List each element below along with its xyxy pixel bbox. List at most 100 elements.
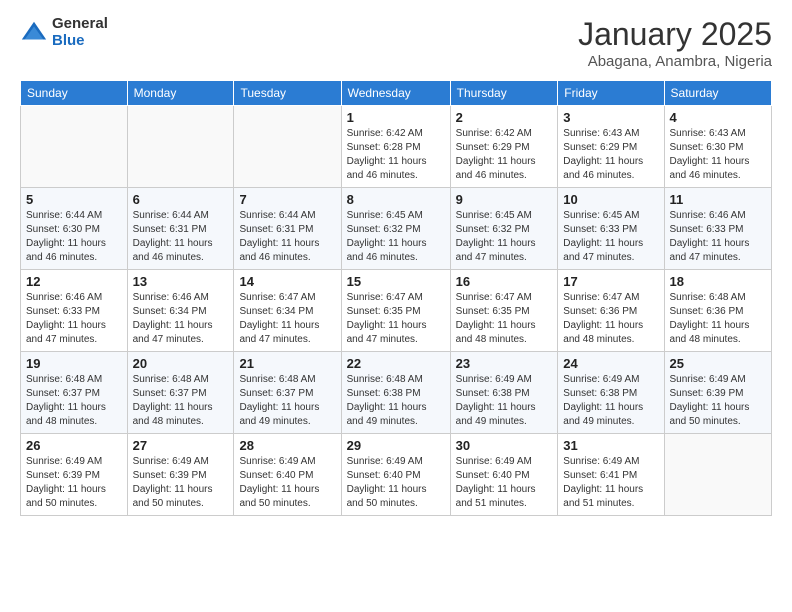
calendar-cell-4-2: 28Sunrise: 6:49 AM Sunset: 6:40 PM Dayli…	[234, 434, 341, 516]
page: General Blue January 2025 Abagana, Anamb…	[0, 0, 792, 612]
col-friday: Friday	[558, 81, 664, 106]
calendar-header-row: Sunday Monday Tuesday Wednesday Thursday…	[21, 81, 772, 106]
calendar-cell-1-2: 7Sunrise: 6:44 AM Sunset: 6:31 PM Daylig…	[234, 188, 341, 270]
calendar-cell-0-3: 1 Sunrise: 6:42 AM Sunset: 6:28 PM Daylig…	[341, 106, 450, 188]
header-right: January 2025 Abagana, Anambra, Nigeria	[578, 16, 772, 70]
week-row-4: 26Sunrise: 6:49 AM Sunset: 6:39 PM Dayli…	[21, 434, 772, 516]
logo-icon	[20, 19, 48, 47]
day-info-1-3: Sunrise: 6:45 AM Sunset: 6:32 PM Dayligh…	[347, 209, 445, 265]
day-number-3-6: 25	[670, 356, 766, 371]
calendar-cell-2-1: 13 Sunrise: 6:46 AM Sunset: 6:34 PM Dayli…	[127, 270, 234, 352]
day-info-2-4: Sunrise: 6:47 AM Sunset: 6:35 PM Dayligh…	[456, 291, 553, 347]
day-number-2-0: 12	[26, 274, 122, 289]
week-row-1: 5 Sunrise: 6:44 AM Sunset: 6:30 PM Daylig…	[21, 188, 772, 270]
calendar-cell-0-2	[234, 106, 341, 188]
day-number-2-6: 18	[670, 274, 766, 289]
day-number-3-5: 24	[563, 356, 658, 371]
calendar-cell-2-0: 12Sunrise: 6:46 AM Sunset: 6:33 PM Dayli…	[21, 270, 128, 352]
col-monday: Monday	[127, 81, 234, 106]
day-info-4-2: Sunrise: 6:49 AM Sunset: 6:40 PM Dayligh…	[239, 455, 335, 511]
day-number-3-0: 19	[26, 356, 122, 371]
day-number-3-4: 23	[456, 356, 553, 371]
day-info-1-0: Sunrise: 6:44 AM Sunset: 6:30 PM Dayligh…	[26, 209, 122, 265]
day-number-1-6: 11	[670, 192, 766, 207]
day-info-2-1: Sunrise: 6:46 AM Sunset: 6:34 PM Dayligh…	[133, 291, 229, 347]
day-number-1-5: 10	[563, 192, 658, 207]
header: General Blue January 2025 Abagana, Anamb…	[20, 16, 772, 70]
logo-blue: Blue	[52, 33, 108, 50]
calendar-cell-1-1: 6 Sunrise: 6:44 AM Sunset: 6:31 PM Daylig…	[127, 188, 234, 270]
day-info-1-4: Sunrise: 6:45 AM Sunset: 6:32 PM Dayligh…	[456, 209, 553, 265]
logo-text: General Blue	[52, 16, 108, 49]
day-number-1-3: 8	[347, 192, 445, 207]
day-info-3-3: Sunrise: 6:48 AM Sunset: 6:38 PM Dayligh…	[347, 373, 445, 429]
day-info-0-3: Sunrise: 6:42 AM Sunset: 6:28 PM Dayligh…	[347, 127, 445, 183]
calendar-cell-1-3: 8 Sunrise: 6:45 AM Sunset: 6:32 PM Daylig…	[341, 188, 450, 270]
day-info-1-1: Sunrise: 6:44 AM Sunset: 6:31 PM Dayligh…	[133, 209, 229, 265]
calendar-cell-3-3: 22 Sunrise: 6:48 AM Sunset: 6:38 PM Dayli…	[341, 352, 450, 434]
calendar-cell-4-5: 31Sunrise: 6:49 AM Sunset: 6:41 PM Dayli…	[558, 434, 664, 516]
day-info-2-2: Sunrise: 6:47 AM Sunset: 6:34 PM Dayligh…	[239, 291, 335, 347]
day-number-2-2: 14	[239, 274, 335, 289]
day-number-0-6: 4	[670, 110, 766, 125]
calendar-cell-1-4: 9 Sunrise: 6:45 AM Sunset: 6:32 PM Daylig…	[450, 188, 558, 270]
calendar-cell-4-1: 27 Sunrise: 6:49 AM Sunset: 6:39 PM Dayli…	[127, 434, 234, 516]
day-number-0-4: 2	[456, 110, 553, 125]
day-number-4-5: 31	[563, 438, 658, 453]
logo: General Blue	[20, 16, 108, 49]
day-number-3-2: 21	[239, 356, 335, 371]
day-info-4-3: Sunrise: 6:49 AM Sunset: 6:40 PM Dayligh…	[347, 455, 445, 511]
logo-general: General	[52, 16, 108, 33]
day-number-1-4: 9	[456, 192, 553, 207]
day-info-3-1: Sunrise: 6:48 AM Sunset: 6:37 PM Dayligh…	[133, 373, 229, 429]
day-info-2-5: Sunrise: 6:47 AM Sunset: 6:36 PM Dayligh…	[563, 291, 658, 347]
day-number-2-4: 16	[456, 274, 553, 289]
day-number-4-4: 30	[456, 438, 553, 453]
day-info-4-0: Sunrise: 6:49 AM Sunset: 6:39 PM Dayligh…	[26, 455, 122, 511]
day-number-2-1: 13	[133, 274, 229, 289]
calendar-cell-1-0: 5 Sunrise: 6:44 AM Sunset: 6:30 PM Daylig…	[21, 188, 128, 270]
day-info-0-4: Sunrise: 6:42 AM Sunset: 6:29 PM Dayligh…	[456, 127, 553, 183]
week-row-2: 12Sunrise: 6:46 AM Sunset: 6:33 PM Dayli…	[21, 270, 772, 352]
day-info-4-1: Sunrise: 6:49 AM Sunset: 6:39 PM Dayligh…	[133, 455, 229, 511]
calendar-cell-0-6: 4Sunrise: 6:43 AM Sunset: 6:30 PM Daylig…	[664, 106, 771, 188]
calendar-cell-4-3: 29 Sunrise: 6:49 AM Sunset: 6:40 PM Dayli…	[341, 434, 450, 516]
calendar-cell-2-4: 16 Sunrise: 6:47 AM Sunset: 6:35 PM Dayli…	[450, 270, 558, 352]
col-wednesday: Wednesday	[341, 81, 450, 106]
day-info-4-4: Sunrise: 6:49 AM Sunset: 6:40 PM Dayligh…	[456, 455, 553, 511]
month-title: January 2025	[578, 16, 772, 53]
calendar-cell-3-6: 25 Sunrise: 6:49 AM Sunset: 6:39 PM Dayli…	[664, 352, 771, 434]
day-number-1-2: 7	[239, 192, 335, 207]
calendar-cell-3-5: 24Sunrise: 6:49 AM Sunset: 6:38 PM Dayli…	[558, 352, 664, 434]
location: Abagana, Anambra, Nigeria	[578, 53, 772, 70]
col-sunday: Sunday	[21, 81, 128, 106]
day-number-0-3: 1	[347, 110, 445, 125]
calendar-cell-3-1: 20Sunrise: 6:48 AM Sunset: 6:37 PM Dayli…	[127, 352, 234, 434]
day-info-2-3: Sunrise: 6:47 AM Sunset: 6:35 PM Dayligh…	[347, 291, 445, 347]
day-info-2-6: Sunrise: 6:48 AM Sunset: 6:36 PM Dayligh…	[670, 291, 766, 347]
day-number-3-3: 22	[347, 356, 445, 371]
calendar-cell-3-0: 19 Sunrise: 6:48 AM Sunset: 6:37 PM Dayli…	[21, 352, 128, 434]
day-info-0-5: Sunrise: 6:43 AM Sunset: 6:29 PM Dayligh…	[563, 127, 658, 183]
day-info-3-0: Sunrise: 6:48 AM Sunset: 6:37 PM Dayligh…	[26, 373, 122, 429]
calendar-cell-4-4: 30 Sunrise: 6:49 AM Sunset: 6:40 PM Dayli…	[450, 434, 558, 516]
calendar-cell-2-3: 15 Sunrise: 6:47 AM Sunset: 6:35 PM Dayli…	[341, 270, 450, 352]
day-info-1-5: Sunrise: 6:45 AM Sunset: 6:33 PM Dayligh…	[563, 209, 658, 265]
week-row-3: 19 Sunrise: 6:48 AM Sunset: 6:37 PM Dayli…	[21, 352, 772, 434]
calendar-cell-0-0	[21, 106, 128, 188]
day-number-0-5: 3	[563, 110, 658, 125]
day-number-4-3: 29	[347, 438, 445, 453]
calendar-cell-2-6: 18 Sunrise: 6:48 AM Sunset: 6:36 PM Dayli…	[664, 270, 771, 352]
day-info-3-2: Sunrise: 6:48 AM Sunset: 6:37 PM Dayligh…	[239, 373, 335, 429]
day-number-4-1: 27	[133, 438, 229, 453]
calendar-cell-3-2: 21 Sunrise: 6:48 AM Sunset: 6:37 PM Dayli…	[234, 352, 341, 434]
calendar-cell-0-1	[127, 106, 234, 188]
calendar-cell-0-5: 3 Sunrise: 6:43 AM Sunset: 6:29 PM Daylig…	[558, 106, 664, 188]
col-tuesday: Tuesday	[234, 81, 341, 106]
day-info-3-6: Sunrise: 6:49 AM Sunset: 6:39 PM Dayligh…	[670, 373, 766, 429]
day-number-1-0: 5	[26, 192, 122, 207]
day-number-1-1: 6	[133, 192, 229, 207]
calendar-cell-2-2: 14 Sunrise: 6:47 AM Sunset: 6:34 PM Dayli…	[234, 270, 341, 352]
calendar-cell-3-4: 23Sunrise: 6:49 AM Sunset: 6:38 PM Dayli…	[450, 352, 558, 434]
day-number-2-3: 15	[347, 274, 445, 289]
